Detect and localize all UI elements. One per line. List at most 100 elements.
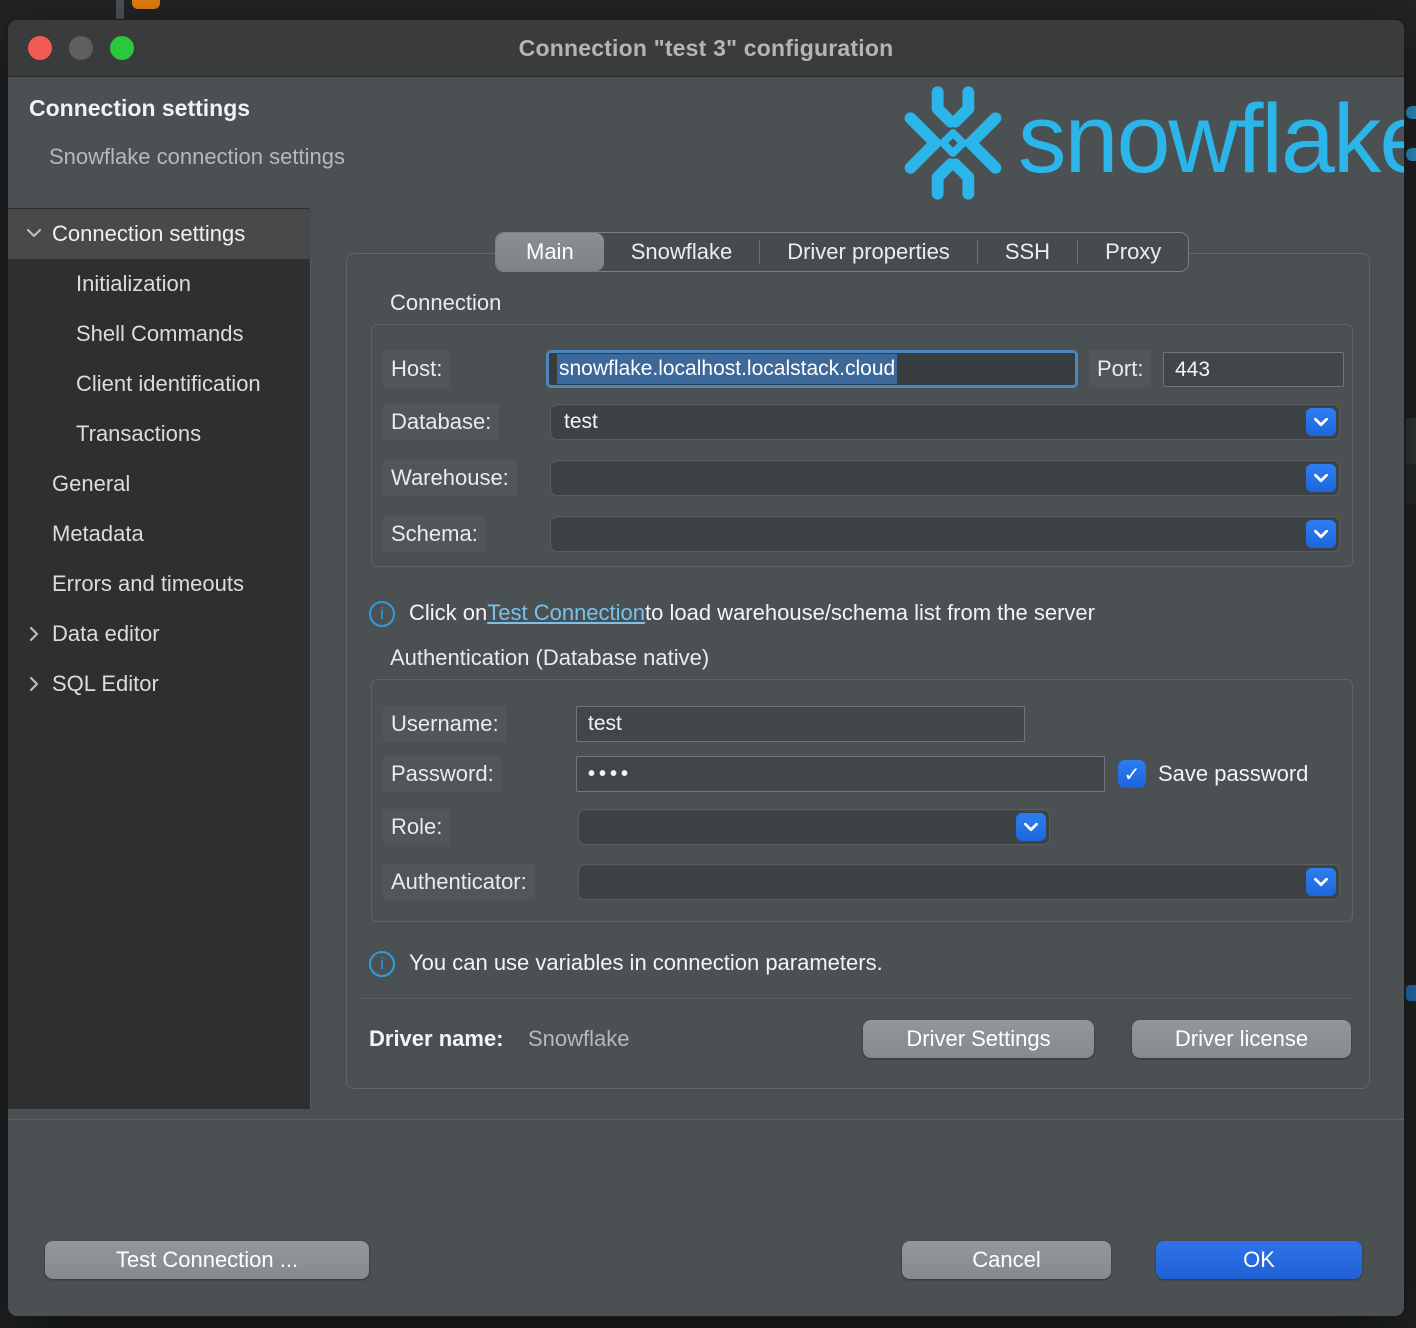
role-dropdown-button[interactable] (1016, 813, 1046, 841)
username-input[interactable]: test (576, 706, 1025, 742)
test-connection-button[interactable]: Test Connection ... (45, 1241, 369, 1279)
schema-dropdown-button[interactable] (1306, 520, 1336, 548)
variables-hint: You can use variables in connection para… (409, 948, 883, 978)
host-input[interactable]: snowflake.localhost.localstack.cloud (546, 350, 1078, 388)
zoom-button[interactable] (110, 36, 134, 60)
chevron-right-icon[interactable] (24, 624, 44, 644)
database-label: Database: (383, 404, 499, 440)
sidebar-item-label: Connection settings (52, 221, 245, 247)
sidebar-item-errors-and-timeouts[interactable]: Errors and timeouts (8, 559, 311, 609)
chevron-down-icon (26, 226, 42, 242)
role-combo[interactable] (578, 809, 1050, 845)
authenticator-label: Authenticator: (383, 864, 535, 900)
password-label: Password: (383, 756, 502, 792)
connection-configuration-dialog: Connection "test 3" configuration Connec… (7, 19, 1405, 1317)
chevron-down-icon[interactable] (24, 224, 44, 244)
cancel-button[interactable]: Cancel (902, 1241, 1111, 1279)
sidebar-item-label: Errors and timeouts (52, 571, 244, 597)
background-divider (116, 0, 124, 19)
window-title: Connection "test 3" configuration (8, 20, 1404, 76)
host-label: Host: (383, 350, 450, 388)
connection-group-label: Connection (390, 290, 501, 316)
role-label: Role: (383, 809, 450, 845)
background-fragment (1406, 106, 1416, 119)
host-value: snowflake.localhost.localstack.cloud (557, 354, 897, 384)
sidebar-item-shell-commands[interactable]: Shell Commands (8, 309, 311, 359)
separator (359, 998, 1353, 999)
database-combo[interactable]: test (550, 404, 1340, 440)
sidebar-item-general[interactable]: General (8, 459, 311, 509)
footer-divider (8, 1119, 1405, 1120)
driver-license-button[interactable]: Driver license (1132, 1020, 1351, 1058)
snowflake-logo-icon (894, 84, 1012, 202)
warehouse-dropdown-button[interactable] (1306, 464, 1336, 492)
page-title: Connection settings (29, 95, 250, 122)
tab-main[interactable]: Main (496, 233, 604, 271)
info-icon: i (369, 601, 395, 627)
chevron-down-icon (1314, 418, 1328, 427)
save-password-checkbox[interactable]: ✓ (1118, 760, 1146, 788)
chevron-down-icon (1314, 474, 1328, 483)
port-input[interactable]: 443 (1163, 352, 1344, 387)
username-value: test (588, 712, 622, 736)
ok-button[interactable]: OK (1156, 1241, 1362, 1279)
sidebar-item-sql-editor[interactable]: SQL Editor (8, 659, 311, 709)
hint-suffix: to load warehouse/schema list from the s… (645, 600, 1095, 626)
background-fragment (1406, 418, 1416, 464)
chevron-down-icon (1024, 823, 1038, 832)
sidebar-item-data-editor[interactable]: Data editor (8, 609, 311, 659)
tab-driver-properties[interactable]: Driver properties (760, 233, 977, 271)
hint-prefix: Click on (409, 600, 487, 626)
driver-name-label: Driver name: (369, 1020, 504, 1058)
password-value: •••• (588, 763, 632, 786)
chevron-right-icon (26, 676, 42, 692)
warehouse-label: Warehouse: (383, 460, 517, 496)
sidebar-item-label: Metadata (52, 521, 144, 547)
background-fragment (1406, 985, 1416, 1001)
tab-bar: MainSnowflakeDriver propertiesSSHProxy (495, 232, 1189, 272)
driver-settings-button[interactable]: Driver Settings (863, 1020, 1094, 1058)
chevron-right-icon (26, 626, 42, 642)
authenticator-dropdown-button[interactable] (1306, 868, 1336, 896)
port-label: Port: (1089, 350, 1151, 388)
page-subtitle: Snowflake connection settings (49, 144, 345, 170)
test-connection-hint: Click on Test Connection to load warehou… (409, 598, 1095, 628)
background-app-icon (132, 0, 160, 9)
snowflake-logo: snowflake (894, 78, 1405, 208)
database-value: test (564, 410, 598, 434)
chevron-right-icon[interactable] (24, 674, 44, 694)
background-fragment (1406, 464, 1416, 504)
background-fragment (1406, 148, 1416, 161)
sidebar-item-label: General (52, 471, 130, 497)
password-input[interactable]: •••• (576, 756, 1105, 792)
authenticator-combo[interactable] (578, 864, 1340, 900)
settings-sidebar: Connection settings Initialization Shell C… (8, 208, 311, 1109)
sidebar-item-label: Shell Commands (76, 321, 244, 347)
test-connection-link[interactable]: Test Connection (487, 600, 645, 626)
tab-ssh[interactable]: SSH (978, 233, 1077, 271)
sidebar-item-label: Data editor (52, 621, 160, 647)
sidebar-item-client-identification[interactable]: Client identification (8, 359, 311, 409)
port-value: 443 (1175, 358, 1210, 382)
sidebar-item-metadata[interactable]: Metadata (8, 509, 311, 559)
driver-name-value: Snowflake (528, 1020, 630, 1058)
warehouse-combo[interactable] (550, 460, 1340, 496)
database-dropdown-button[interactable] (1306, 408, 1336, 436)
sidebar-item-label: Transactions (76, 421, 201, 447)
schema-combo[interactable] (550, 516, 1340, 552)
minimize-button[interactable] (69, 36, 93, 60)
username-label: Username: (383, 706, 507, 742)
close-button[interactable] (28, 36, 52, 60)
sidebar-item-label: SQL Editor (52, 671, 159, 697)
tab-snowflake[interactable]: Snowflake (604, 233, 760, 271)
sidebar-item-connection-settings[interactable]: Connection settings (8, 209, 311, 259)
screen: Connection "test 3" configuration Connec… (0, 0, 1416, 1328)
sidebar-item-transactions[interactable]: Transactions (8, 409, 311, 459)
snowflake-wordmark: snowflake (1018, 83, 1405, 195)
save-password-label: Save password (1158, 756, 1308, 792)
sidebar-item-label: Client identification (76, 371, 261, 397)
info-icon: i (369, 951, 395, 977)
sidebar-item-initialization[interactable]: Initialization (8, 259, 311, 309)
tab-proxy[interactable]: Proxy (1078, 233, 1188, 271)
chevron-down-icon (1314, 878, 1328, 887)
